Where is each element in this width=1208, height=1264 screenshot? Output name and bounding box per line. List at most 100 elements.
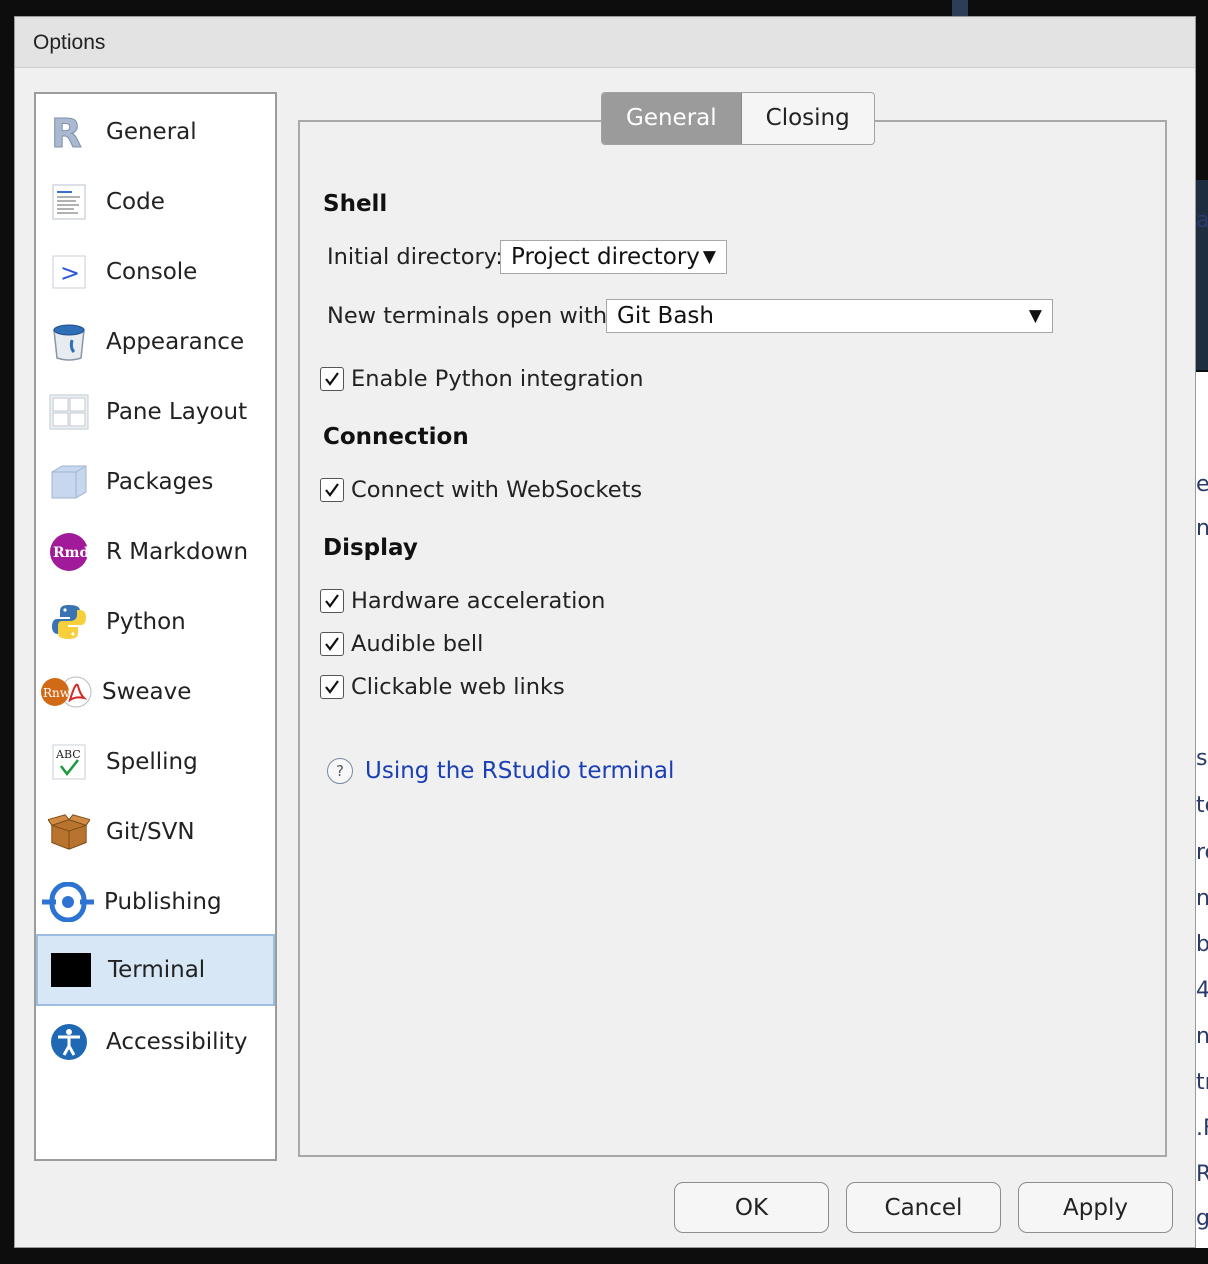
- console-icon: >: [48, 251, 90, 293]
- spelling-icon: ABC: [48, 741, 90, 783]
- audible-bell-checkbox[interactable]: [320, 632, 344, 656]
- clickable-links-checkbox[interactable]: [320, 675, 344, 699]
- options-dialog: Options R General Code > Console Appeara…: [14, 16, 1196, 1248]
- sidebar-item-label: Code: [106, 189, 165, 215]
- audible-bell-option[interactable]: Audible bell: [320, 631, 483, 657]
- hardware-acceleration-option[interactable]: Hardware acceleration: [320, 588, 605, 614]
- sidebar-item-r-markdown[interactable]: Rmd R Markdown: [36, 518, 275, 586]
- background-text: b: [1196, 932, 1208, 957]
- background-text: s: [1196, 746, 1208, 771]
- code-icon: [48, 181, 90, 223]
- sidebar-item-label: Console: [106, 259, 198, 285]
- svg-text:Rmd: Rmd: [53, 545, 89, 561]
- package-cube-icon: [48, 461, 90, 503]
- tab-general[interactable]: General: [602, 93, 742, 144]
- background-text: .F: [1196, 1116, 1208, 1141]
- publishing-icon: [42, 881, 94, 923]
- sidebar-item-packages[interactable]: Packages: [36, 448, 275, 516]
- options-sidebar: R General Code > Console Appearance Pane…: [34, 92, 277, 1161]
- new-terminals-label: New terminals open with:: [327, 303, 615, 329]
- help-question-icon: ?: [327, 758, 353, 784]
- hardware-acceleration-checkbox[interactable]: [320, 589, 344, 613]
- background-text: R: [1196, 1162, 1208, 1187]
- python-integration-label: Enable Python integration: [351, 366, 644, 392]
- sidebar-item-label: Accessibility: [106, 1029, 248, 1055]
- dropdown-arrow-icon: ▼: [702, 247, 716, 267]
- sidebar-item-console[interactable]: > Console: [36, 238, 275, 306]
- sidebar-item-label: Python: [106, 609, 186, 635]
- python-integration-checkbox[interactable]: [320, 367, 344, 391]
- apply-button[interactable]: Apply: [1018, 1182, 1173, 1233]
- background-text: tr: [1196, 1070, 1208, 1095]
- sidebar-item-appearance[interactable]: Appearance: [36, 308, 275, 376]
- clickable-links-option[interactable]: Clickable web links: [320, 674, 565, 700]
- terminal-help-link-text[interactable]: Using the RStudio terminal: [365, 758, 674, 784]
- tab-bar: General Closing: [601, 92, 875, 145]
- git-box-icon: [48, 811, 90, 853]
- clickable-links-label: Clickable web links: [351, 674, 565, 700]
- dialog-title: Options: [15, 17, 1195, 68]
- sidebar-item-sweave[interactable]: Rnw Sweave: [36, 658, 275, 726]
- terminal-icon: [50, 949, 92, 991]
- svg-text:ABC: ABC: [55, 748, 81, 761]
- r-logo-icon: R: [48, 111, 90, 153]
- python-integration-option[interactable]: Enable Python integration: [320, 366, 644, 392]
- websockets-option[interactable]: Connect with WebSockets: [320, 477, 642, 503]
- background-text: 4: [1196, 978, 1208, 1003]
- background-text: a: [1196, 208, 1208, 233]
- websockets-checkbox[interactable]: [320, 478, 344, 502]
- sidebar-item-git-svn[interactable]: Git/SVN: [36, 798, 275, 866]
- sidebar-item-code[interactable]: Code: [36, 168, 275, 236]
- sidebar-item-label: R Markdown: [106, 539, 249, 565]
- terminal-help-link[interactable]: ? Using the RStudio terminal: [327, 758, 674, 784]
- background-status: [980, 1248, 1208, 1264]
- new-terminals-select[interactable]: Git Bash ▼: [606, 299, 1053, 333]
- sidebar-item-label: Sweave: [102, 679, 192, 705]
- pane-layout-icon: [48, 391, 90, 433]
- background-editor-strip: [952, 0, 968, 16]
- sidebar-item-spelling[interactable]: ABC Spelling: [36, 728, 275, 796]
- svg-text:>: >: [60, 259, 80, 287]
- svg-text:R: R: [51, 112, 82, 152]
- tab-closing[interactable]: Closing: [742, 93, 874, 144]
- background-text: n.: [1196, 516, 1208, 541]
- background-text: n: [1196, 1024, 1208, 1049]
- shell-heading: Shell: [323, 191, 388, 217]
- rmd-icon: Rmd: [48, 531, 90, 573]
- websockets-label: Connect with WebSockets: [351, 477, 643, 503]
- sidebar-item-pane-layout[interactable]: Pane Layout: [36, 378, 275, 446]
- sidebar-item-terminal[interactable]: Terminal: [36, 934, 275, 1006]
- initial-directory-select[interactable]: Project directory ▼: [500, 240, 727, 274]
- connection-heading: Connection: [323, 424, 469, 450]
- hardware-acceleration-label: Hardware acceleration: [351, 588, 606, 614]
- accessibility-icon: [48, 1021, 90, 1063]
- ok-button[interactable]: OK: [674, 1182, 829, 1233]
- background-text: te: [1196, 793, 1208, 818]
- background-text: n: [1196, 886, 1208, 911]
- sidebar-item-general[interactable]: R General: [36, 98, 275, 166]
- sidebar-item-label: Packages: [106, 469, 214, 495]
- sidebar-item-label: Spelling: [106, 749, 198, 775]
- initial-directory-value: Project directory: [511, 244, 700, 270]
- background-text: g.: [1196, 1206, 1208, 1231]
- background-text: re: [1196, 840, 1208, 865]
- python-icon: [48, 601, 90, 643]
- background-text: e: [1196, 472, 1208, 497]
- sidebar-item-python[interactable]: Python: [36, 588, 275, 656]
- sidebar-item-publishing[interactable]: Publishing: [36, 868, 275, 936]
- svg-text:Rnw: Rnw: [43, 686, 71, 700]
- sweave-icon: Rnw: [40, 671, 94, 713]
- sidebar-item-label: Publishing: [104, 889, 222, 915]
- paint-bucket-icon: [48, 321, 90, 363]
- sidebar-item-label: Terminal: [108, 957, 206, 983]
- cancel-button[interactable]: Cancel: [846, 1182, 1001, 1233]
- sidebar-item-accessibility[interactable]: Accessibility: [36, 1008, 275, 1076]
- display-heading: Display: [323, 535, 418, 561]
- sidebar-item-label: Appearance: [106, 329, 245, 355]
- dropdown-arrow-icon: ▼: [1028, 306, 1042, 326]
- sidebar-item-label: General: [106, 119, 197, 145]
- new-terminals-value: Git Bash: [617, 303, 714, 329]
- initial-directory-label: Initial directory:: [327, 244, 504, 270]
- sidebar-item-label: Pane Layout: [106, 399, 248, 425]
- sidebar-item-label: Git/SVN: [106, 819, 195, 845]
